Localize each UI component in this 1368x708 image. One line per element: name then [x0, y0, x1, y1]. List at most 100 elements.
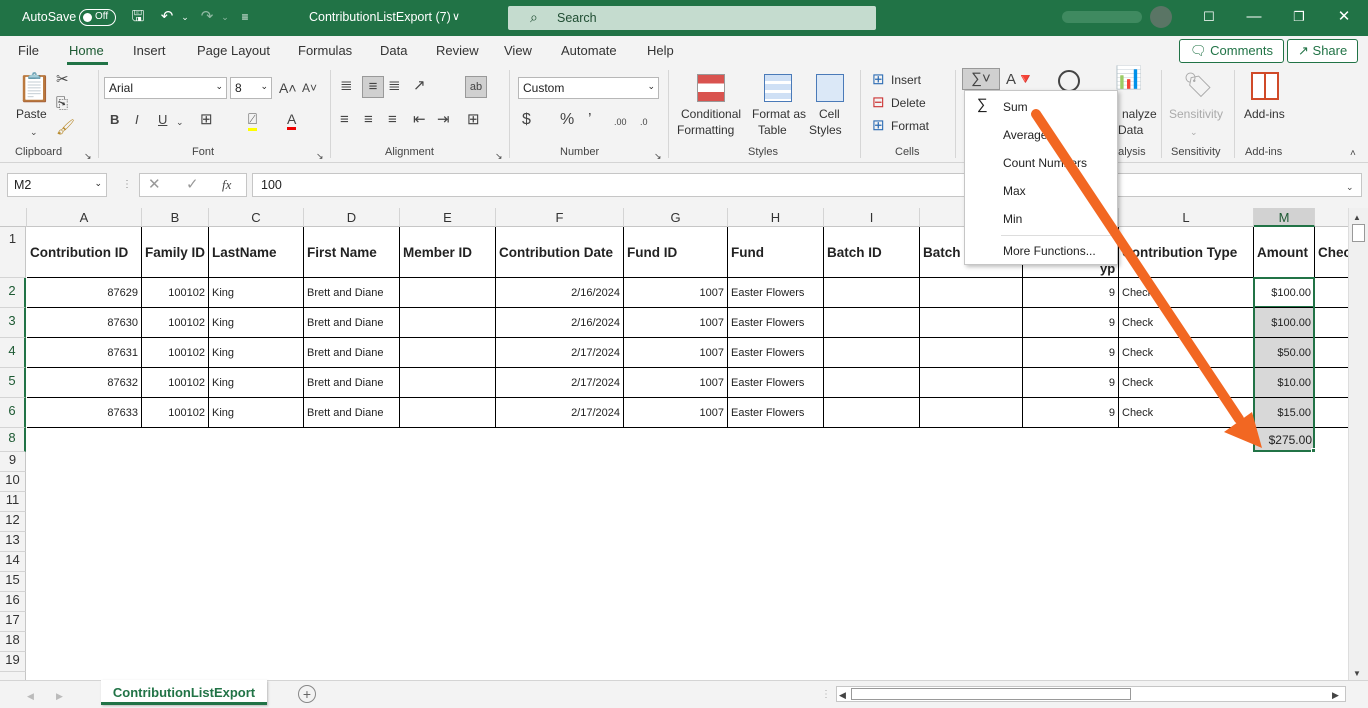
tab-review[interactable]: Review: [436, 43, 479, 58]
table-cell[interactable]: [920, 398, 1023, 428]
table-cell[interactable]: Check: [1119, 368, 1254, 398]
row-header[interactable]: 10: [0, 472, 26, 492]
next-sheet-icon[interactable]: ▶: [56, 688, 63, 704]
menu-item-sum[interactable]: Sum: [1003, 100, 1028, 114]
table-cell[interactable]: Brett and Diane: [304, 278, 400, 308]
table-cell[interactable]: 1007: [624, 368, 728, 398]
horizontal-scroll-thumb[interactable]: [851, 688, 1131, 700]
sensitivity-icon[interactable]: 🏷: [1183, 72, 1213, 100]
analyze-data-line1[interactable]: nalyze: [1122, 107, 1157, 121]
conditional-formatting-line1[interactable]: Conditional: [681, 107, 741, 121]
table-cell[interactable]: [1315, 308, 1348, 338]
avatar[interactable]: [1150, 6, 1172, 28]
column-header[interactable]: D: [304, 208, 400, 227]
table-cell[interactable]: [824, 278, 920, 308]
conditional-formatting-icon[interactable]: [697, 74, 725, 102]
row-header[interactable]: 4: [0, 338, 26, 368]
align-right-icon[interactable]: ≡: [388, 112, 397, 128]
tab-automate[interactable]: Automate: [561, 43, 617, 58]
table-cell[interactable]: King: [209, 398, 304, 428]
tab-file[interactable]: File: [18, 43, 39, 58]
undo-icon[interactable]: ↶: [158, 8, 176, 26]
sheet-tab[interactable]: ContributionListExport: [101, 680, 267, 705]
table-cell[interactable]: 2/16/2024: [496, 278, 624, 308]
table-cell[interactable]: 1007: [624, 398, 728, 428]
column-header[interactable]: I: [824, 208, 920, 227]
row-header[interactable]: 19: [0, 652, 26, 672]
clipboard-launcher-icon[interactable]: ↘: [84, 148, 92, 164]
table-cell[interactable]: [920, 368, 1023, 398]
table-cell[interactable]: 87633: [27, 398, 142, 428]
enter-icon[interactable]: ✓: [186, 177, 199, 193]
expand-formula-bar-icon[interactable]: ⌄: [1346, 179, 1354, 195]
table-cell[interactable]: Easter Flowers: [728, 368, 824, 398]
table-cell[interactable]: 100102: [142, 338, 209, 368]
underline-icon[interactable]: U: [158, 112, 167, 128]
format-cells-icon[interactable]: ⊞: [872, 118, 885, 134]
table-cell[interactable]: 100102: [142, 398, 209, 428]
conditional-formatting-line2[interactable]: Formatting: [677, 123, 734, 137]
table-cell[interactable]: King: [209, 278, 304, 308]
share-button[interactable]: ↗ Share: [1287, 39, 1359, 63]
minimize-icon[interactable]: —: [1245, 8, 1263, 26]
scroll-left-icon[interactable]: ◀: [839, 687, 846, 703]
table-cell[interactable]: $100.00: [1254, 308, 1315, 338]
add-sheet-icon[interactable]: +: [298, 685, 316, 703]
format-painter-icon[interactable]: 🖌: [56, 120, 75, 136]
number-format-select[interactable]: Custom ⌄: [518, 77, 659, 99]
row-header[interactable]: 5: [0, 368, 26, 398]
column-header[interactable]: M: [1254, 208, 1315, 227]
row-header[interactable]: 14: [0, 552, 26, 572]
bold-icon[interactable]: B: [110, 112, 119, 128]
delete-cells-icon[interactable]: ⊟: [872, 95, 885, 111]
table-cell[interactable]: [400, 398, 496, 428]
table-cell[interactable]: Check: [1119, 308, 1254, 338]
table-cell[interactable]: Brett and Diane: [304, 338, 400, 368]
prev-sheet-icon[interactable]: ◀: [27, 688, 34, 704]
table-cell[interactable]: 9: [1023, 368, 1119, 398]
menu-item-max[interactable]: Max: [1003, 184, 1026, 198]
menu-item-more-functions[interactable]: More Functions...: [1003, 244, 1096, 258]
format-as-table-icon[interactable]: [764, 74, 792, 102]
insert-cells-icon[interactable]: ⊞: [872, 72, 885, 88]
format-button[interactable]: Format: [891, 119, 929, 133]
filename-chevron-icon[interactable]: ∨: [447, 8, 465, 26]
increase-font-icon[interactable]: A˄: [279, 80, 297, 96]
paste-button[interactable]: Paste: [16, 107, 47, 121]
row-header[interactable]: 12: [0, 512, 26, 532]
table-cell[interactable]: Easter Flowers: [728, 338, 824, 368]
sensitivity-dropdown-icon[interactable]: ⌄: [1190, 124, 1198, 140]
row-header[interactable]: 6: [0, 398, 26, 428]
redo-icon[interactable]: ↷: [198, 8, 216, 26]
sort-filter-icon[interactable]: A🔻: [1006, 72, 1035, 88]
tab-page-layout[interactable]: Page Layout: [197, 43, 270, 58]
table-cell[interactable]: King: [209, 338, 304, 368]
table-cell[interactable]: 100102: [142, 368, 209, 398]
column-header[interactable]: E: [400, 208, 496, 227]
collapse-ribbon-icon[interactable]: ˄: [1350, 146, 1356, 162]
tab-view[interactable]: View: [504, 43, 532, 58]
addins-button[interactable]: Add-ins: [1244, 107, 1285, 121]
align-top-icon[interactable]: ≣: [340, 78, 353, 94]
cell-styles-line1[interactable]: Cell: [819, 107, 840, 121]
table-cell[interactable]: King: [209, 368, 304, 398]
table-cell[interactable]: Check: [1119, 398, 1254, 428]
row-header[interactable]: 15: [0, 572, 26, 592]
column-header[interactable]: A: [27, 208, 142, 227]
table-cell[interactable]: 1007: [624, 308, 728, 338]
currency-icon[interactable]: $: [522, 112, 531, 128]
menu-item-min[interactable]: Min: [1003, 212, 1022, 226]
cut-icon[interactable]: ✂: [56, 72, 69, 88]
undo-dropdown-icon[interactable]: ⌄: [176, 8, 194, 26]
table-cell[interactable]: 100102: [142, 308, 209, 338]
font-launcher-icon[interactable]: ↘: [316, 148, 324, 164]
underline-dropdown-icon[interactable]: ⌄: [176, 114, 184, 130]
column-header[interactable]: C: [209, 208, 304, 227]
save-icon[interactable]: 🖫: [129, 8, 147, 26]
table-cell[interactable]: $15.00: [1254, 398, 1315, 428]
tab-formulas[interactable]: Formulas: [298, 43, 352, 58]
comments-button[interactable]: 🗨 Comments: [1179, 39, 1284, 63]
table-cell[interactable]: [400, 338, 496, 368]
table-cell[interactable]: 2/17/2024: [496, 368, 624, 398]
tab-help[interactable]: Help: [647, 43, 674, 58]
